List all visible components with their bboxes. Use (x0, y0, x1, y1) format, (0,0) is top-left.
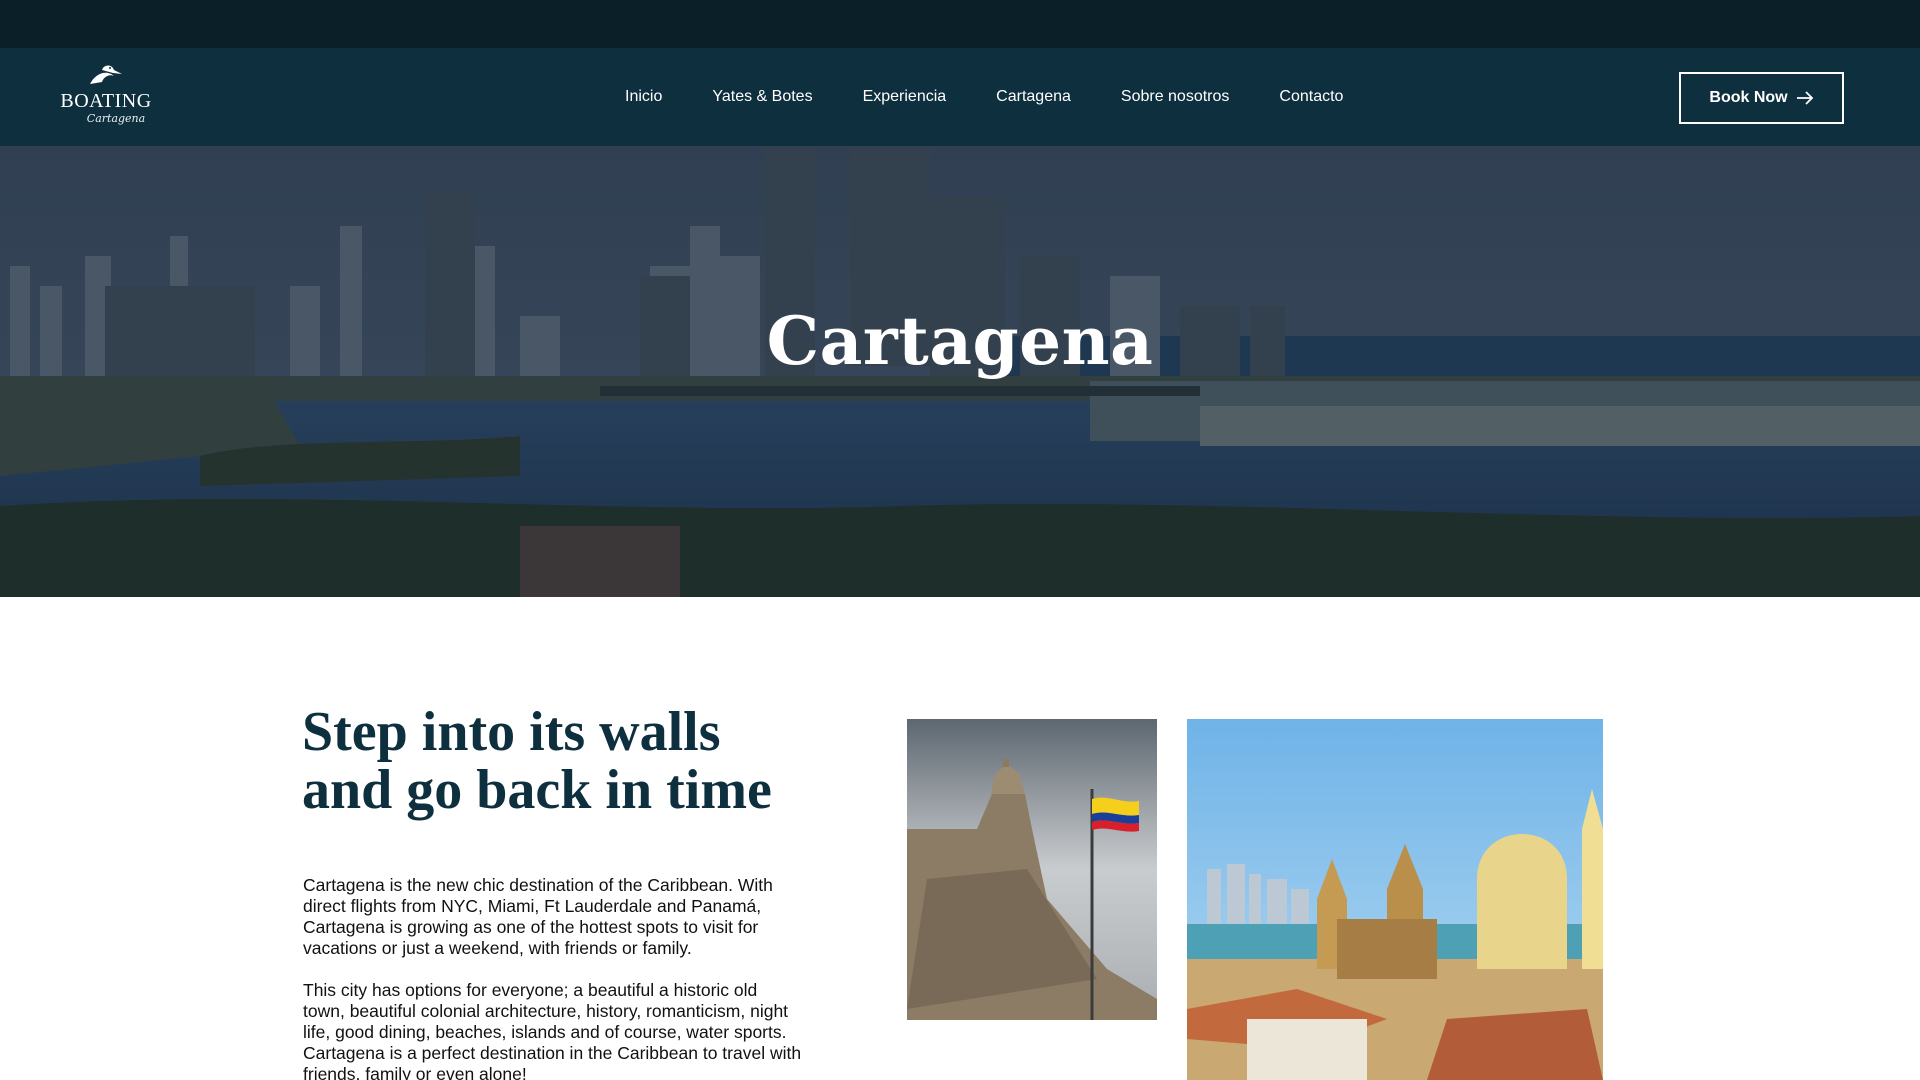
church-domes-image (1187, 719, 1603, 1080)
book-now-button[interactable]: Book Now (1679, 72, 1844, 124)
arrow-right-icon (1796, 91, 1813, 105)
section-heading: Step into its walls and go back in time (302, 701, 772, 821)
fort-flag-picture (907, 719, 1157, 1020)
logo-subtext: Cartagena (86, 112, 146, 125)
site-logo[interactable]: BOATING Cartagena (58, 62, 154, 134)
nav-item-yates-botes[interactable]: Yates & Botes (687, 88, 837, 106)
hero-title: Cartagena (766, 302, 1154, 380)
logo-text: BOATING (60, 90, 152, 112)
main-navigation: BOATING Cartagena Inicio Yates & Botes E… (0, 48, 1920, 146)
nav-item-cartagena[interactable]: Cartagena (971, 88, 1096, 106)
hero-banner: Cartagena (0, 146, 1920, 597)
nav-item-sobre-nosotros[interactable]: Sobre nosotros (1096, 88, 1255, 106)
nav-item-inicio[interactable]: Inicio (600, 88, 687, 106)
nav-menu: Inicio Yates & Botes Experiencia Cartage… (600, 48, 1368, 146)
intro-paragraph-2: This city has options for everyone; a be… (303, 980, 802, 1080)
intro-paragraph-1: Cartagena is the new chic destination of… (303, 875, 773, 958)
church-domes-picture (1187, 719, 1603, 1080)
nav-item-experiencia[interactable]: Experiencia (838, 88, 972, 106)
top-bar (0, 0, 1920, 48)
book-now-label: Book Now (1709, 89, 1788, 106)
pelican-logo-icon (90, 65, 122, 84)
fort-with-flag-image (907, 719, 1157, 1020)
nav-item-contacto[interactable]: Contacto (1254, 88, 1368, 106)
